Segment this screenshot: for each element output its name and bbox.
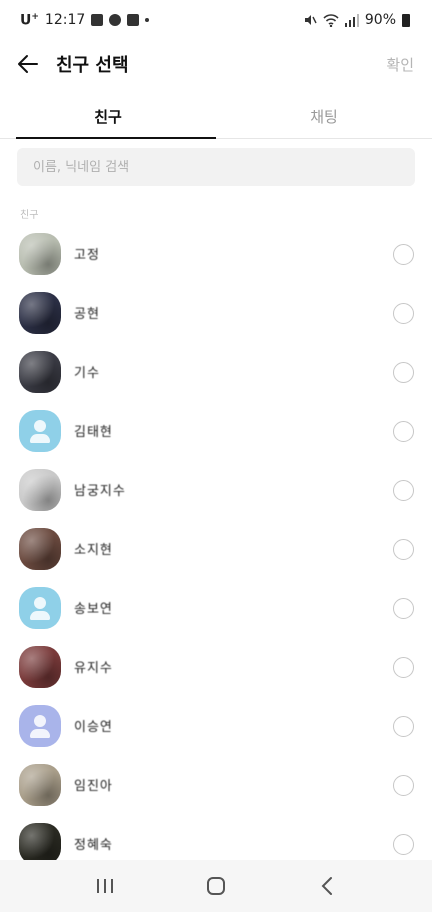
friend-name: 이승연 bbox=[74, 720, 113, 735]
status-right: 90% bbox=[303, 12, 410, 28]
system-nav-bar bbox=[0, 860, 432, 912]
friend-name: 공현 bbox=[74, 307, 100, 322]
carrier-text: U bbox=[20, 12, 32, 29]
battery-percent: 90% bbox=[364, 12, 396, 28]
friend-row[interactable]: 김태현 bbox=[0, 401, 432, 460]
status-bar: U+ 12:17 90% bbox=[0, 0, 432, 40]
friend-row[interactable]: 유지수 bbox=[0, 637, 432, 696]
friend-list: 고정공현기수김태현남궁지수소지현송보연유지수이승연임진아정혜숙 bbox=[0, 224, 432, 860]
app-header: 친구 선택 확인 bbox=[0, 40, 432, 88]
carrier-label: U+ bbox=[20, 12, 39, 29]
select-radio[interactable] bbox=[393, 597, 414, 619]
friend-name: 송보연 bbox=[74, 602, 113, 617]
friend-name: 유지수 bbox=[74, 661, 113, 676]
status-left: U+ 12:17 bbox=[20, 12, 150, 29]
avatar bbox=[19, 527, 61, 570]
friend-row[interactable]: 송보연 bbox=[0, 578, 432, 637]
gallery-icon bbox=[91, 14, 104, 26]
tab-bar: 친구 채팅 bbox=[0, 95, 432, 139]
default-avatar-icon bbox=[19, 586, 61, 629]
select-radio[interactable] bbox=[393, 833, 414, 855]
default-avatar-icon bbox=[19, 704, 61, 747]
confirm-button[interactable]: 확인 bbox=[386, 54, 414, 75]
select-radio[interactable] bbox=[393, 479, 414, 501]
avatar bbox=[19, 822, 61, 860]
arrow-left-icon bbox=[18, 55, 38, 73]
friend-row[interactable]: 임진아 bbox=[0, 755, 432, 814]
select-radio[interactable] bbox=[393, 715, 414, 737]
select-radio[interactable] bbox=[393, 656, 414, 678]
avatar bbox=[19, 350, 61, 393]
page-title: 친구 선택 bbox=[56, 55, 129, 76]
select-radio[interactable] bbox=[393, 302, 414, 324]
search-input[interactable] bbox=[17, 148, 415, 186]
battery-icon bbox=[402, 13, 410, 27]
avatar bbox=[19, 468, 61, 511]
friend-name: 고정 bbox=[74, 248, 100, 263]
recent-apps-icon bbox=[97, 879, 114, 893]
back-nav-button[interactable] bbox=[297, 866, 357, 906]
mute-icon bbox=[304, 15, 317, 25]
tab-chats[interactable]: 채팅 bbox=[216, 95, 432, 138]
friend-name: 김태현 bbox=[74, 425, 113, 440]
friend-row[interactable]: 이승연 bbox=[0, 696, 432, 755]
section-label: 친구 bbox=[20, 210, 39, 221]
default-avatar-icon bbox=[19, 409, 61, 452]
avatar bbox=[19, 291, 61, 334]
friend-name: 기수 bbox=[74, 366, 100, 381]
signal-icon bbox=[344, 13, 359, 27]
friend-row[interactable]: 소지현 bbox=[0, 519, 432, 578]
select-radio[interactable] bbox=[393, 243, 414, 265]
friend-row[interactable]: 기수 bbox=[0, 342, 432, 401]
select-radio[interactable] bbox=[393, 774, 414, 796]
graduation-cap-icon bbox=[127, 14, 140, 26]
friend-row[interactable]: 공현 bbox=[0, 283, 432, 342]
avatar bbox=[19, 645, 61, 688]
home-icon bbox=[206, 877, 225, 895]
friend-name: 남궁지수 bbox=[74, 484, 126, 499]
tab-friends[interactable]: 친구 bbox=[0, 95, 216, 139]
select-radio[interactable] bbox=[393, 538, 414, 560]
chevron-left-icon bbox=[321, 877, 332, 895]
friend-name: 소지현 bbox=[74, 543, 113, 558]
select-radio[interactable] bbox=[393, 420, 414, 442]
more-notifications-icon bbox=[145, 18, 150, 22]
carrier-sup: + bbox=[31, 11, 39, 22]
talk-icon bbox=[109, 14, 122, 26]
friend-row[interactable]: 고정 bbox=[0, 224, 432, 283]
friend-row[interactable]: 정혜숙 bbox=[0, 814, 432, 860]
home-button[interactable] bbox=[186, 866, 246, 906]
recent-apps-button[interactable] bbox=[75, 866, 135, 906]
friend-name: 정혜숙 bbox=[74, 838, 113, 853]
wifi-icon bbox=[323, 13, 339, 27]
back-button[interactable] bbox=[0, 40, 56, 88]
avatar bbox=[19, 232, 61, 275]
clock: 12:17 bbox=[44, 12, 86, 28]
friend-name: 임진아 bbox=[74, 779, 113, 794]
avatar bbox=[19, 763, 61, 806]
select-radio[interactable] bbox=[393, 361, 414, 383]
friend-row[interactable]: 남궁지수 bbox=[0, 460, 432, 519]
